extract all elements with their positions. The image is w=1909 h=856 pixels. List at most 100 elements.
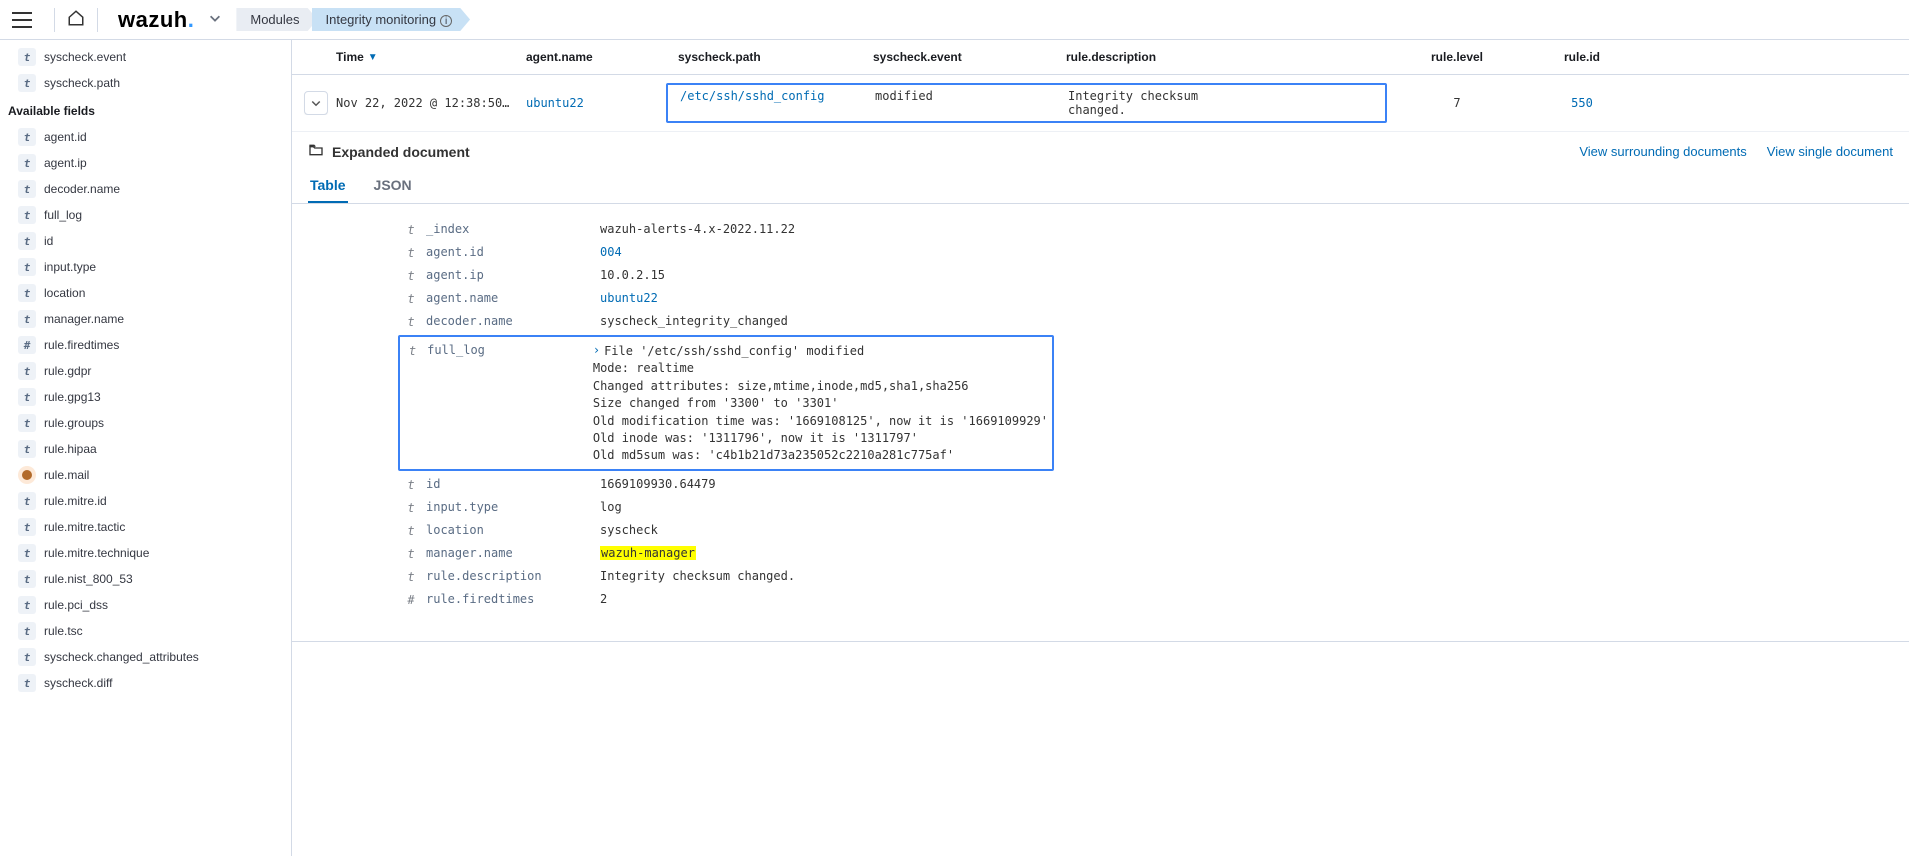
doc-key: _index: [420, 222, 590, 236]
chevron-down-icon[interactable]: [208, 11, 222, 28]
field-type-icon: t: [18, 154, 36, 172]
field-type-icon: t: [18, 518, 36, 536]
field-name: rule.mail: [44, 468, 89, 482]
field-item[interactable]: tinput.type: [0, 254, 291, 280]
expand-caret-icon[interactable]: ›: [593, 343, 600, 357]
field-item[interactable]: t rule.gpg13: [0, 384, 291, 410]
field-type-icon: t: [18, 388, 36, 406]
field-name: rule.firedtimes: [44, 338, 119, 352]
th-syscheck-event[interactable]: syscheck.event: [867, 50, 1060, 64]
doc-row: tdecoder.namesyscheck_integrity_changed: [402, 310, 1909, 333]
field-item[interactable]: tsyscheck.diff: [0, 670, 291, 696]
fields-sidebar: tsyscheck.eventtsyscheck.path Available …: [0, 40, 292, 856]
cell-time: Nov 22, 2022 @ 12:38:50.022: [330, 96, 520, 110]
field-name: full_log: [44, 208, 82, 222]
field-type-icon: t: [402, 546, 420, 561]
full-log-line: File '/etc/ssh/sshd_config' modified: [604, 344, 864, 358]
field-item[interactable]: t rule.groups: [0, 410, 291, 436]
doc-table: t_indexwazuh-alerts-4.x-2022.11.22tagent…: [292, 204, 1909, 641]
field-type-icon: t: [18, 232, 36, 250]
doc-row: tlocationsyscheck: [402, 519, 1909, 542]
breadcrumb-modules[interactable]: Modules: [236, 8, 317, 32]
field-name: rule.groups: [44, 416, 104, 430]
field-type-icon: t: [18, 570, 36, 588]
field-type-icon: t: [18, 180, 36, 198]
field-item[interactable]: t agent.id: [0, 124, 291, 150]
doc-value: syscheck: [590, 523, 1909, 537]
field-item[interactable]: tlocation: [0, 280, 291, 306]
field-name: agent.id: [44, 130, 87, 144]
field-item[interactable]: tdecoder.name: [0, 176, 291, 202]
cell-agent-name[interactable]: ubuntu22: [520, 96, 672, 110]
field-item[interactable]: # rule.firedtimes: [0, 332, 291, 358]
field-item[interactable]: trule.hipaa: [0, 436, 291, 462]
doc-key: manager.name: [420, 546, 590, 560]
field-type-icon: t: [402, 222, 420, 237]
field-type-icon: t: [18, 440, 36, 458]
home-icon[interactable]: [67, 9, 85, 30]
cell-rule-id[interactable]: 550: [1527, 96, 1637, 110]
field-item[interactable]: trule.tsc: [0, 618, 291, 644]
cell-syscheck-path[interactable]: /etc/ssh/sshd_config: [674, 89, 869, 117]
field-type-icon: t: [18, 258, 36, 276]
doc-val-full-log: ›File '/etc/ssh/sshd_config' modifiedMod…: [583, 343, 1048, 465]
view-single-link[interactable]: View single document: [1767, 144, 1893, 159]
field-type-icon: t: [404, 343, 421, 358]
tab-json[interactable]: JSON: [372, 169, 414, 203]
menu-icon[interactable]: [12, 12, 32, 28]
th-rule-level[interactable]: rule.level: [1387, 50, 1527, 64]
field-name: rule.mitre.tactic: [44, 520, 125, 534]
field-item[interactable]: rule.mail: [0, 462, 291, 488]
doc-key: agent.id: [420, 245, 590, 259]
doc-key: rule.firedtimes: [420, 592, 590, 606]
field-item[interactable]: tsyscheck.path: [0, 70, 291, 96]
field-type-icon: t: [402, 523, 420, 538]
field-name: rule.gpg13: [44, 390, 101, 404]
field-type-icon: t: [18, 622, 36, 640]
field-item[interactable]: tsyscheck.changed_attributes: [0, 644, 291, 670]
folder-open-icon: [308, 142, 324, 161]
field-type-icon: t: [18, 414, 36, 432]
field-item[interactable]: trule.mitre.technique: [0, 540, 291, 566]
th-rule-id[interactable]: rule.id: [1527, 50, 1637, 64]
field-item[interactable]: tsyscheck.event: [0, 44, 291, 70]
field-name: manager.name: [44, 312, 124, 326]
doc-row: tagent.id004: [402, 241, 1909, 264]
th-time[interactable]: Time▼: [330, 50, 520, 64]
field-name: syscheck.event: [44, 50, 126, 64]
field-type-icon: #: [18, 336, 36, 354]
th-syscheck-path[interactable]: syscheck.path: [672, 50, 867, 64]
field-item[interactable]: tagent.ip: [0, 150, 291, 176]
field-item[interactable]: trule.mitre.id: [0, 488, 291, 514]
doc-value[interactable]: 004: [590, 245, 1909, 259]
field-item[interactable]: trule.pci_dss: [0, 592, 291, 618]
field-item[interactable]: tmanager.name: [0, 306, 291, 332]
doc-value[interactable]: ubuntu22: [590, 291, 1909, 305]
field-type-icon: t: [18, 74, 36, 92]
field-type-icon: t: [18, 492, 36, 510]
doc-value: 2: [590, 592, 1909, 606]
field-name: syscheck.diff: [44, 676, 112, 690]
field-item[interactable]: tfull_log: [0, 202, 291, 228]
field-item[interactable]: trule.nist_800_53: [0, 566, 291, 592]
sort-desc-icon: ▼: [368, 52, 378, 63]
th-rule-description[interactable]: rule.description: [1060, 50, 1387, 64]
info-icon[interactable]: i: [440, 15, 452, 27]
breadcrumb-integrity-monitoring[interactable]: Integrity monitoringi: [312, 8, 471, 32]
expand-row-button[interactable]: [304, 91, 328, 115]
tab-table[interactable]: Table: [308, 169, 348, 203]
breadcrumb: Modules Integrity monitoringi: [236, 8, 464, 32]
field-item[interactable]: tid: [0, 228, 291, 254]
field-type-icon: t: [402, 268, 420, 283]
field-item[interactable]: trule.gdpr: [0, 358, 291, 384]
field-name: syscheck.changed_attributes: [44, 650, 199, 664]
th-agent-name[interactable]: agent.name: [520, 50, 672, 64]
logo: wazuh.: [118, 7, 194, 33]
app-header: wazuh. Modules Integrity monitoringi: [0, 0, 1909, 40]
field-item[interactable]: t rule.mitre.tactic: [0, 514, 291, 540]
field-type-icon: t: [18, 284, 36, 302]
field-name: rule.gdpr: [44, 364, 91, 378]
doc-key: agent.ip: [420, 268, 590, 282]
field-type-icon: t: [18, 128, 36, 146]
view-surrounding-link[interactable]: View surrounding documents: [1579, 144, 1746, 159]
